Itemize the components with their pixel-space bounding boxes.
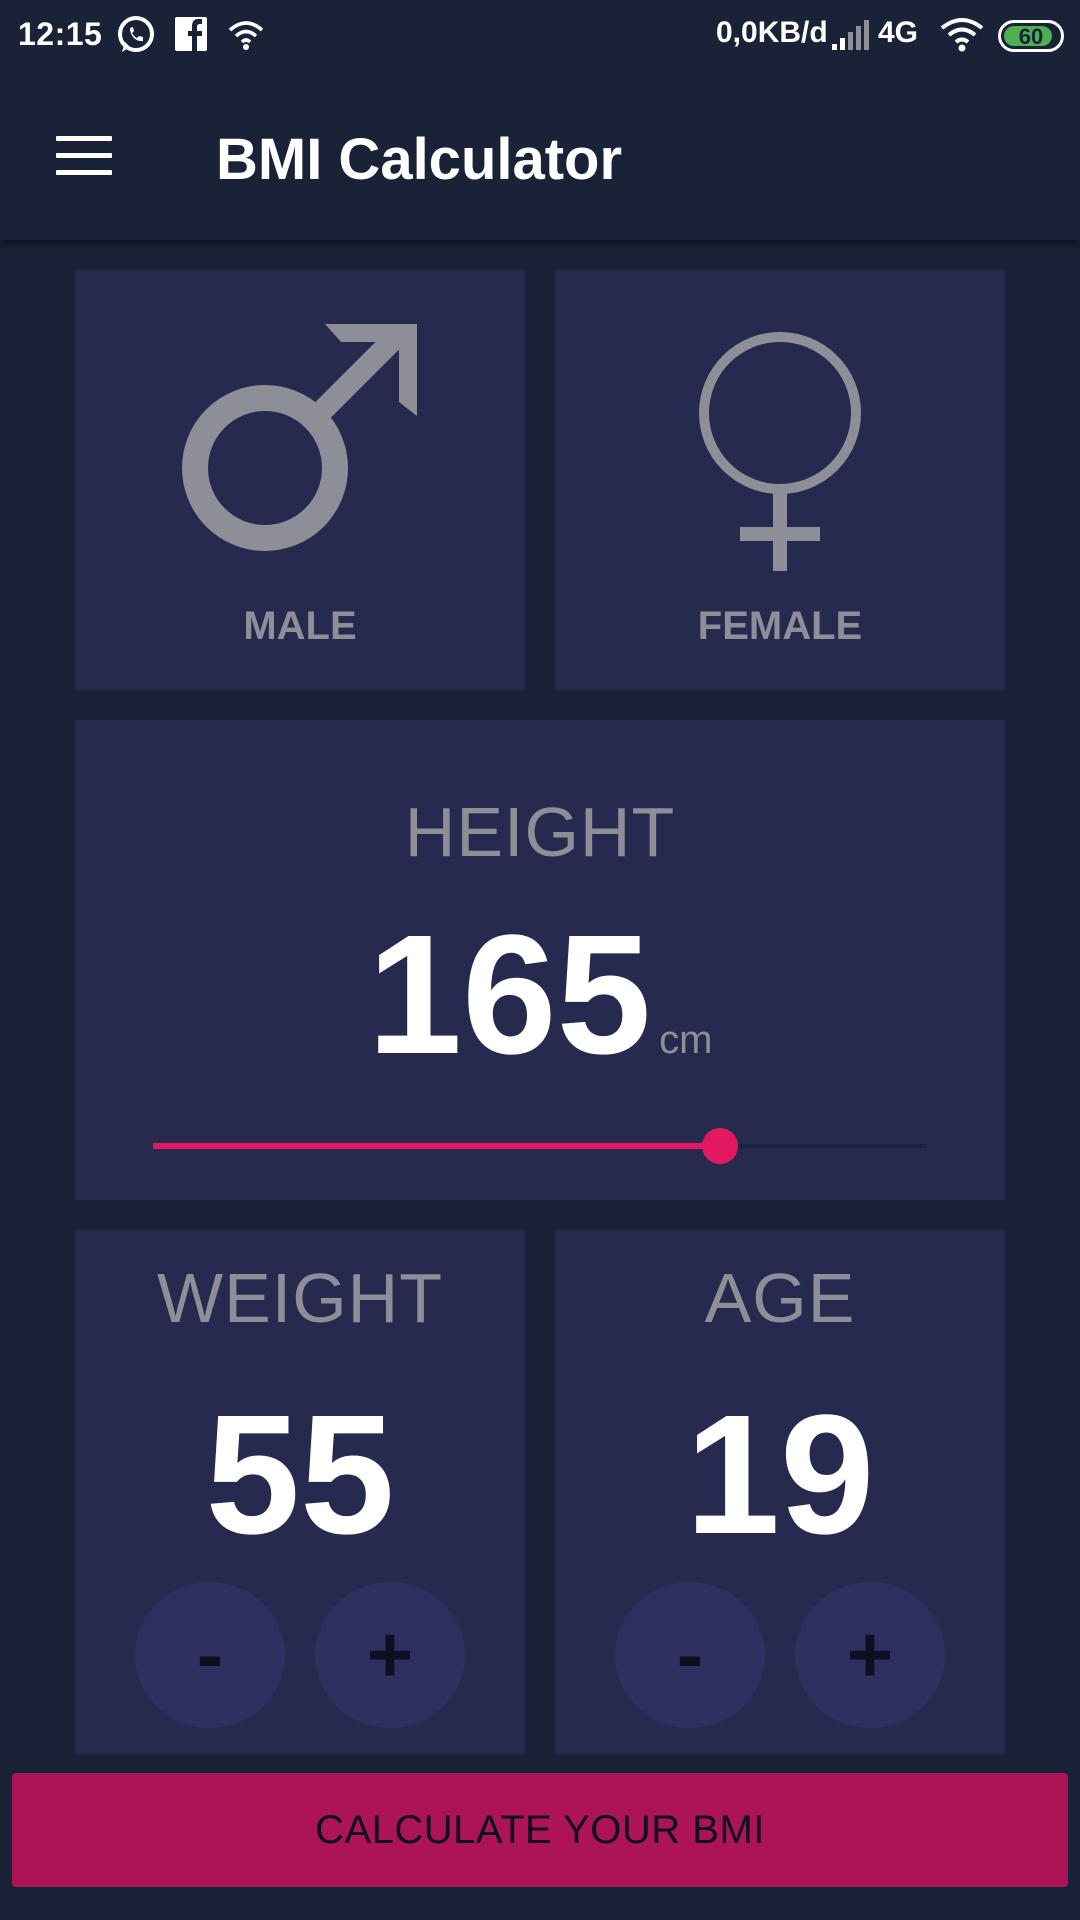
age-card: AGE 19 - +	[555, 1230, 1005, 1754]
wifi-icon	[940, 18, 984, 52]
age-value: 19	[685, 1380, 875, 1570]
height-label: HEIGHT	[404, 793, 676, 871]
height-value-row: 165 cm	[75, 910, 1005, 1080]
facebook-icon	[175, 17, 207, 51]
age-label: AGE	[704, 1259, 856, 1337]
age-plus-button[interactable]: +	[795, 1582, 945, 1728]
male-card[interactable]: MALE	[75, 270, 525, 690]
female-card[interactable]: FEMALE	[555, 270, 1005, 690]
male-label: MALE	[243, 604, 357, 648]
female-symbol-icon	[699, 332, 861, 571]
signal-icon	[832, 20, 869, 50]
age-minus-button[interactable]: -	[615, 1582, 765, 1728]
network-type: 4G	[878, 16, 919, 49]
male-symbol-icon	[182, 324, 417, 551]
status-time: 12:15	[18, 16, 103, 52]
status-bar: 12:15 0,0KB/d 4G 60	[0, 0, 1080, 72]
whatsapp-icon	[118, 16, 154, 52]
weight-card: WEIGHT 55 - +	[75, 1230, 525, 1754]
battery-icon: 60	[998, 20, 1064, 52]
weight-plus-button[interactable]: +	[315, 1582, 465, 1728]
weight-label: WEIGHT	[157, 1259, 443, 1337]
app-bar: BMI Calculator	[0, 72, 1080, 240]
height-value: 165	[367, 900, 652, 1090]
hamburger-menu-icon	[56, 135, 112, 141]
height-card: HEIGHT 165 cm	[75, 720, 1005, 1200]
hamburger-menu-icon	[56, 169, 112, 175]
battery-level: 60	[1018, 24, 1044, 49]
page-title: BMI Calculator	[216, 127, 623, 192]
weight-minus-button[interactable]: -	[135, 1582, 285, 1728]
calculate-bmi-button[interactable]: CALCULATE YOUR BMI	[12, 1773, 1068, 1887]
wifi-icon	[228, 21, 264, 50]
slider-track-active	[153, 1143, 721, 1149]
weight-value: 55	[205, 1380, 395, 1570]
height-slider[interactable]	[153, 1126, 927, 1166]
menu-button[interactable]	[40, 122, 124, 188]
slider-thumb[interactable]	[702, 1128, 739, 1164]
female-label: FEMALE	[697, 604, 863, 648]
hamburger-menu-icon	[56, 152, 112, 158]
data-rate-text: 0,0KB/d	[716, 16, 828, 49]
height-unit: cm	[659, 1018, 713, 1062]
